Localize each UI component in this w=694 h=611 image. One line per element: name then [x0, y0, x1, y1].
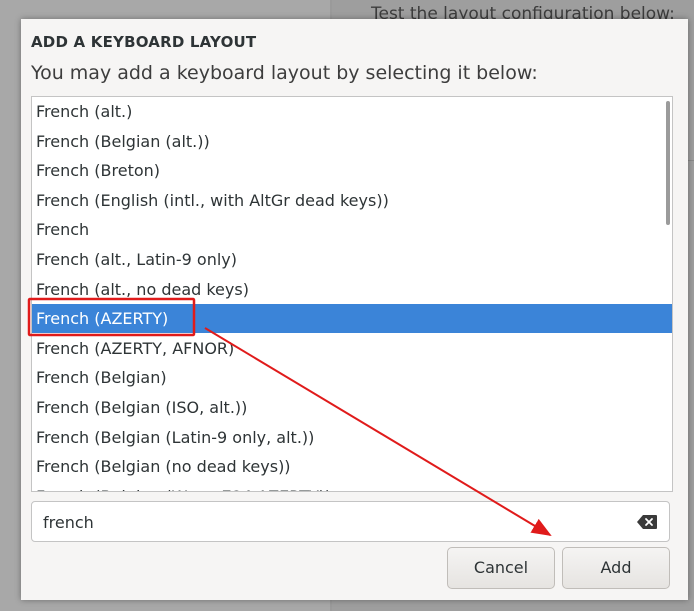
add-keyboard-layout-dialog: ADD A KEYBOARD LAYOUT You may add a keyb… — [21, 19, 688, 600]
layout-list-item[interactable]: French (Belgian) — [32, 363, 672, 392]
search-input[interactable]: french — [31, 501, 670, 542]
layout-list-item[interactable]: French (Belgian (Latin-9 only, alt.)) — [32, 423, 672, 452]
layout-list-item[interactable]: French (AZERTY, AFNOR) — [32, 334, 672, 363]
layout-list-item[interactable]: French (Belgian (ISO, alt.)) — [32, 393, 672, 422]
layout-list-item-selected[interactable]: French (AZERTY) — [32, 304, 672, 334]
search-input-value: french — [43, 513, 94, 532]
layout-list-item[interactable]: French (Belgian (no dead keys)) — [32, 452, 672, 481]
layout-list-item[interactable]: French (alt.) — [32, 97, 672, 126]
layout-list-item[interactable]: French — [32, 215, 672, 244]
layout-list-item[interactable]: French (alt., no dead keys) — [32, 275, 672, 304]
layout-list-item[interactable]: French (Belgian (Wang 724 AZERTY)) — [32, 482, 672, 491]
layout-list-item[interactable]: French (Breton) — [32, 156, 672, 185]
dialog-title: ADD A KEYBOARD LAYOUT — [31, 33, 257, 51]
layout-list-item[interactable]: French (alt., Latin-9 only) — [32, 245, 672, 274]
keyboard-layout-list[interactable]: French (alt.) French (Belgian (alt.)) Fren… — [31, 96, 673, 492]
add-button[interactable]: Add — [562, 547, 670, 589]
dialog-subtitle: You may add a keyboard layout by selecti… — [31, 62, 538, 84]
clear-search-icon[interactable] — [637, 515, 657, 529]
cancel-button[interactable]: Cancel — [447, 547, 555, 589]
layout-list-item[interactable]: French (Belgian (alt.)) — [32, 127, 672, 156]
list-scrollbar[interactable] — [666, 101, 670, 225]
layout-list-item[interactable]: French (English (intl., with AltGr dead … — [32, 186, 672, 215]
